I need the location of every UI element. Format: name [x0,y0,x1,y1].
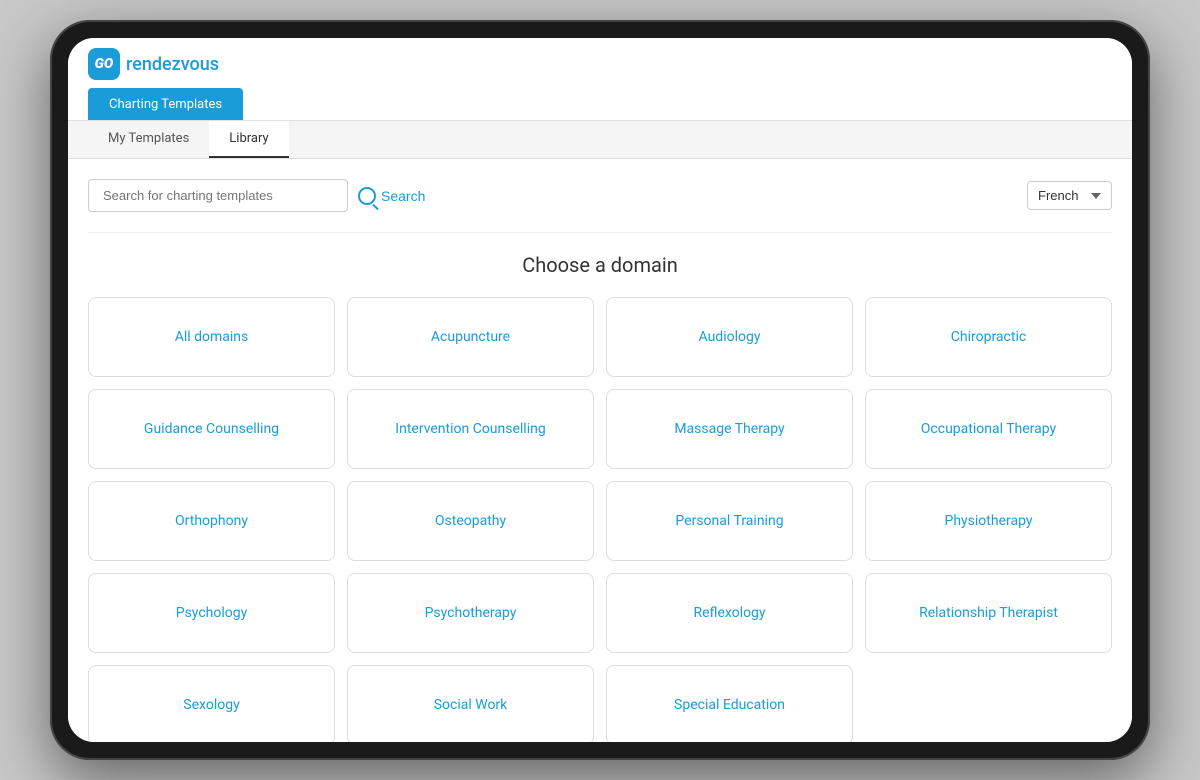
domain-card[interactable]: Personal Training [606,481,853,561]
app-logo-icon: GO [88,48,120,80]
logo-text: rendezvous [126,54,219,75]
domain-card[interactable]: Audiology [606,297,853,377]
search-bar: Search French English [88,179,1112,212]
domain-card[interactable]: Acupuncture [347,297,594,377]
domain-card-label: Physiotherapy [945,513,1033,529]
domain-card-label: Personal Training [675,513,783,529]
domain-card[interactable]: Massage Therapy [606,389,853,469]
domain-card-label: Chiropractic [951,329,1026,345]
tab-my-templates[interactable]: My Templates [88,121,209,158]
search-input[interactable] [88,179,348,212]
domain-card[interactable]: Occupational Therapy [865,389,1112,469]
language-select[interactable]: French English [1027,181,1112,210]
content-area: Search French English Choose a domain Al… [68,159,1132,742]
domain-card-label: Intervention Counselling [395,421,545,437]
domain-card[interactable]: Psychotherapy [347,573,594,653]
tablet-screen: GO rendezvous Charting Templates My Temp… [68,38,1132,742]
domain-card[interactable]: Social Work [347,665,594,742]
search-button[interactable]: Search [358,187,425,205]
domain-card[interactable]: Intervention Counselling [347,389,594,469]
domain-grid: All domains Acupuncture Audiology Chiroprac… [88,297,1112,742]
tablet-frame: GO rendezvous Charting Templates My Temp… [50,20,1150,760]
domain-card[interactable]: Physiotherapy [865,481,1112,561]
domain-card[interactable]: Chiropractic [865,297,1112,377]
domain-card-label: Osteopathy [435,513,506,529]
domain-card-label: Relationship Therapist [919,605,1058,621]
domain-card-label: Audiology [699,329,761,345]
domain-card[interactable]: Sexology [88,665,335,742]
search-divider [88,232,1112,233]
domain-card-label: Reflexology [693,605,765,621]
domain-card-label: Orthophony [175,513,248,529]
domain-card-label: Occupational Therapy [921,421,1056,437]
logo-area: GO rendezvous [88,48,1112,80]
nav-tabs-top: Charting Templates [88,88,1112,120]
sub-tabs-bar: My Templates Library [68,121,1132,159]
domain-card-label: Special Education [674,697,785,713]
search-button-label: Search [381,188,425,204]
nav-tab-charting-templates[interactable]: Charting Templates [88,88,243,120]
domain-card[interactable]: Reflexology [606,573,853,653]
domain-card[interactable]: Osteopathy [347,481,594,561]
logo-letters: GO [95,56,114,72]
domain-card[interactable]: Psychology [88,573,335,653]
search-icon [358,187,376,205]
domain-card-label: Psychotherapy [425,605,517,621]
domain-card[interactable]: Special Education [606,665,853,742]
domain-title: Choose a domain [88,253,1112,277]
domain-card-label: All domains [175,329,249,345]
domain-card[interactable]: All domains [88,297,335,377]
domain-card-label: Psychology [176,605,248,621]
search-input-wrap [88,179,348,212]
domain-card-label: Social Work [434,697,508,713]
domain-card[interactable]: Guidance Counselling [88,389,335,469]
domain-card-label: Guidance Counselling [144,421,279,437]
domain-card-label: Massage Therapy [674,421,784,437]
domain-card[interactable]: Orthophony [88,481,335,561]
app-header: GO rendezvous Charting Templates [68,38,1132,121]
tab-library[interactable]: Library [209,121,288,158]
domain-card-label: Acupuncture [431,329,510,345]
domain-card-label: Sexology [183,697,239,713]
domain-card[interactable]: Relationship Therapist [865,573,1112,653]
